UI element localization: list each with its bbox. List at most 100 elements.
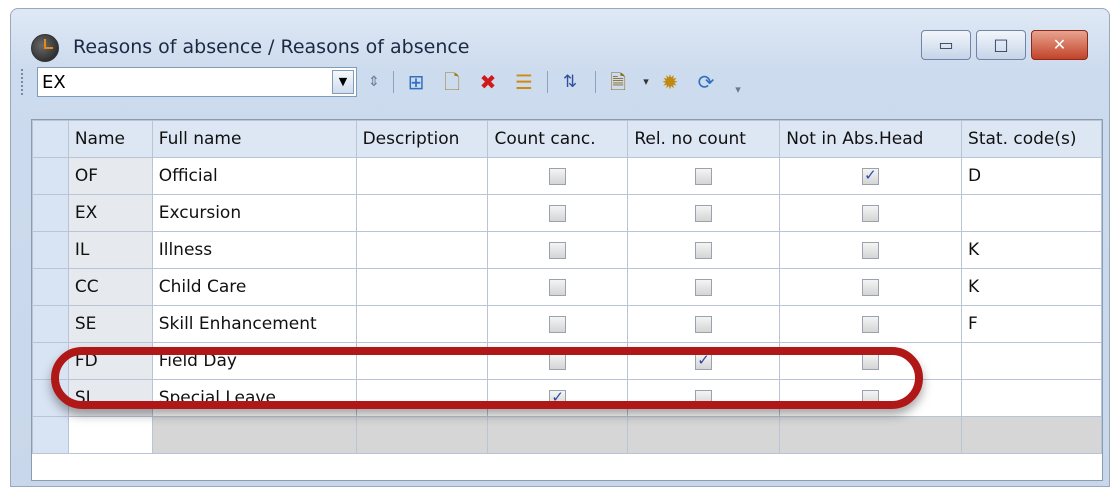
row-selector[interactable] (32, 379, 69, 417)
cell-name[interactable]: SE (67, 305, 153, 343)
new-record-icon[interactable]: 🗋 (439, 69, 465, 95)
cell-name[interactable]: FD (67, 342, 153, 380)
spin-updown-icon[interactable]: ⇕ (361, 69, 387, 95)
sort-icon[interactable]: ⇅ (557, 69, 583, 95)
count-canc-checkbox[interactable] (549, 204, 567, 222)
cell-full-name[interactable]: Child Care (151, 268, 357, 306)
not-in-abs-head-checkbox[interactable] (862, 166, 880, 185)
count-canc-checkbox[interactable] (549, 315, 567, 333)
rel-no-count-checkbox[interactable] (695, 241, 713, 259)
chevron-down-icon[interactable]: ▾ (633, 69, 659, 95)
print-preview-icon[interactable]: 🗎 (605, 69, 631, 95)
cell-full-name[interactable]: Official (151, 157, 357, 195)
row-selector[interactable] (32, 305, 69, 343)
table-row[interactable]: OFOfficial D (32, 157, 1102, 195)
cell-stat-codes[interactable]: D (961, 157, 1102, 195)
not-in-abs-head-checkbox[interactable] (862, 352, 880, 370)
column-header-description[interactable]: Description (355, 120, 489, 158)
column-header-count-canc[interactable]: Count canc. (487, 120, 629, 158)
cell-full-name[interactable]: Special Leave (151, 379, 357, 417)
cell-description[interactable] (355, 194, 489, 232)
count-canc-checkbox[interactable] (549, 241, 567, 259)
cell-stat-codes[interactable]: K (961, 268, 1102, 306)
empty-cell[interactable] (627, 416, 781, 454)
cell-stat-codes[interactable] (961, 379, 1102, 417)
toolbar-options-icon[interactable]: ▾ (725, 77, 751, 103)
rel-no-count-checkbox[interactable] (695, 204, 713, 222)
table-row[interactable]: FD Field Day (32, 342, 1102, 380)
rel-no-count-checkbox[interactable] (695, 315, 713, 333)
cell-name[interactable]: SL (67, 379, 153, 417)
cell-full-name[interactable]: Excursion (151, 194, 357, 232)
count-canc-checkbox[interactable] (549, 388, 567, 407)
cell-not-in-abs-head (779, 342, 963, 380)
column-header-rel-no-count[interactable]: Rel. no count (627, 120, 781, 158)
column-header-name[interactable]: Name (67, 120, 153, 158)
maximize-button[interactable]: □ (976, 30, 1026, 60)
cell-count-canc (487, 231, 629, 269)
empty-cell[interactable] (487, 416, 629, 454)
count-canc-checkbox[interactable] (549, 167, 567, 185)
cell-description[interactable] (355, 231, 489, 269)
not-in-abs-head-checkbox[interactable] (862, 241, 880, 259)
empty-cell[interactable] (151, 416, 357, 454)
cell-stat-codes[interactable]: F (961, 305, 1102, 343)
cell-rel-no-count (627, 194, 781, 232)
cell-full-name[interactable]: Illness (151, 231, 357, 269)
rel-no-count-checkbox[interactable] (695, 167, 713, 185)
cell-description[interactable] (355, 268, 489, 306)
rel-no-count-checkbox[interactable] (695, 278, 713, 296)
cell-name[interactable]: OF (67, 157, 153, 195)
cell-name[interactable]: CC (67, 268, 153, 306)
rel-no-count-checkbox[interactable] (695, 389, 713, 407)
empty-cell[interactable] (355, 416, 489, 454)
list-icon[interactable]: ☰ (511, 69, 537, 95)
not-in-abs-head-checkbox[interactable] (862, 315, 880, 333)
new-record-row[interactable] (32, 416, 1102, 454)
cell-full-name[interactable]: Field Day (151, 342, 357, 380)
row-selector[interactable] (32, 416, 69, 454)
cell-full-name[interactable]: Skill Enhancement (151, 305, 357, 343)
table-row[interactable]: IL Illness K (32, 231, 1102, 269)
delete-icon[interactable]: ✖ (475, 69, 501, 95)
empty-cell[interactable] (779, 416, 963, 454)
row-selector[interactable] (32, 231, 69, 269)
cell-description[interactable] (355, 157, 489, 195)
row-selector[interactable] (32, 157, 69, 195)
column-header-full-name[interactable]: Full name (151, 120, 357, 158)
toolbar-grip[interactable] (21, 69, 27, 95)
row-selector-header[interactable] (32, 120, 69, 158)
table-row[interactable]: SE Skill Enhancement F (32, 305, 1102, 343)
row-selector[interactable] (32, 194, 69, 232)
not-in-abs-head-checkbox[interactable] (862, 278, 880, 296)
cell-name[interactable]: IL (67, 231, 153, 269)
table-row[interactable]: SL Special Leave (32, 379, 1102, 417)
column-header-stat-codes[interactable]: Stat. code(s) (961, 120, 1102, 158)
cell-description[interactable] (355, 379, 489, 417)
form-view-icon[interactable]: ⊞ (403, 69, 429, 95)
cell-description[interactable] (355, 342, 489, 380)
column-header-not-in-abs-head[interactable]: Not in Abs.Head (779, 120, 963, 158)
table-row[interactable]: EX Excursion (32, 194, 1102, 232)
cell-name[interactable]: EX (67, 194, 153, 232)
cell-description[interactable] (355, 305, 489, 343)
not-in-abs-head-checkbox[interactable] (862, 204, 880, 222)
minimize-button[interactable]: ▭ (921, 30, 971, 60)
refresh-icon[interactable]: ⟳ (693, 69, 719, 95)
row-selector[interactable] (32, 268, 69, 306)
chevron-down-icon[interactable]: ▼ (332, 70, 354, 94)
rel-no-count-checkbox[interactable] (695, 351, 713, 370)
count-canc-checkbox[interactable] (549, 352, 567, 370)
settings-icon[interactable]: ✹ (657, 69, 683, 95)
row-selector[interactable] (32, 342, 69, 380)
close-button[interactable]: ✕ (1031, 30, 1088, 60)
empty-cell[interactable] (961, 416, 1102, 454)
table-row[interactable]: CC Child Care K (32, 268, 1102, 306)
cell-stat-codes[interactable]: K (961, 231, 1102, 269)
not-in-abs-head-checkbox[interactable] (862, 389, 880, 407)
empty-cell[interactable] (67, 416, 153, 454)
record-combo[interactable]: EX ▼ (37, 67, 357, 97)
count-canc-checkbox[interactable] (549, 278, 567, 296)
cell-stat-codes[interactable] (961, 194, 1102, 232)
cell-stat-codes[interactable] (961, 342, 1102, 380)
